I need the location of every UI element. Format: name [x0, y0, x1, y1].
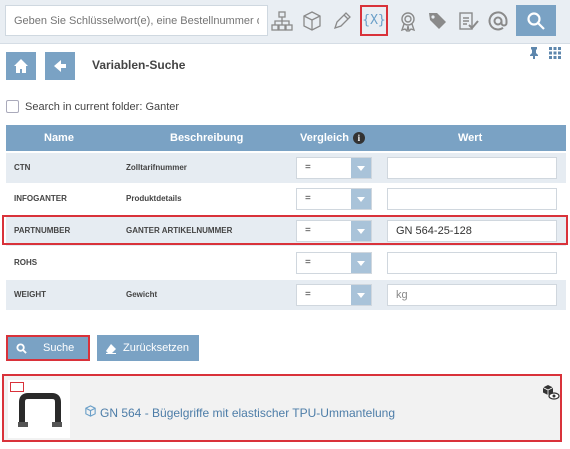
current-folder-label: Search in current folder: Ganter: [25, 101, 180, 113]
table-row: CTN Zolltarifnummer =: [6, 153, 566, 183]
compare-value: =: [305, 257, 311, 268]
back-button[interactable]: [45, 52, 75, 80]
clipboard-check-icon[interactable]: [454, 5, 482, 36]
compare-select[interactable]: =: [296, 188, 372, 210]
pencil-icon[interactable]: [328, 5, 356, 36]
compare-value: =: [305, 193, 311, 204]
search-icon: [16, 342, 27, 354]
highlight-partnumber-row: [2, 215, 568, 245]
tags-icon[interactable]: [424, 5, 452, 36]
variable-icon-label: {X}: [362, 13, 386, 28]
brand-logo: [10, 382, 24, 392]
product-thumbnail[interactable]: [8, 380, 70, 438]
compare-select[interactable]: =: [296, 284, 372, 306]
keyword-search-field[interactable]: [5, 5, 268, 36]
variable-name: ROHS: [14, 258, 38, 267]
table-row: WEIGHT Gewicht = kg: [6, 280, 566, 310]
value-input[interactable]: [387, 188, 557, 210]
reset-button[interactable]: Zurücksetzen: [97, 335, 199, 361]
search-icon: [527, 11, 545, 30]
arrow-left-icon: [54, 60, 66, 72]
table-row: INFOGANTER Produktdetails =: [6, 184, 566, 214]
value-placeholder: kg: [396, 289, 408, 301]
reset-label: Zurücksetzen: [123, 342, 190, 354]
variable-description: Zolltarifnummer: [126, 163, 187, 172]
variable-name: WEIGHT: [14, 290, 46, 299]
eraser-icon: [106, 343, 116, 354]
compare-select[interactable]: =: [296, 157, 372, 179]
search-input[interactable]: [6, 6, 267, 35]
hierarchy-icon[interactable]: [268, 5, 296, 36]
home-icon: [14, 59, 28, 73]
compare-value: =: [305, 289, 311, 300]
compare-value: =: [305, 162, 311, 173]
chevron-down-icon[interactable]: [351, 253, 371, 273]
current-folder-checkbox[interactable]: [6, 100, 19, 113]
value-input[interactable]: kg: [387, 284, 557, 306]
chevron-down-icon[interactable]: [351, 189, 371, 209]
column-header-compare: Vergleich i: [300, 132, 365, 144]
top-search-bar: {X}: [0, 0, 570, 44]
home-button[interactable]: [6, 52, 36, 80]
value-input[interactable]: [387, 157, 557, 179]
handle-image: [18, 393, 62, 427]
table-row: ROHS =: [6, 248, 566, 278]
variable-search-icon[interactable]: {X}: [360, 5, 388, 36]
search-submit-button[interactable]: Suche: [6, 335, 90, 361]
column-header-value: Wert: [458, 132, 483, 144]
variable-description: Gewicht: [126, 290, 158, 299]
cube-icon: [85, 405, 96, 417]
search-submit-label: Suche: [43, 342, 75, 354]
column-header-description: Beschreibung: [170, 132, 244, 144]
variable-name: CTN: [14, 163, 31, 172]
chevron-down-icon[interactable]: [351, 285, 371, 305]
at-icon[interactable]: [484, 5, 512, 36]
search-result-item[interactable]: GN 564 - Bügelgriffe mit elastischer TPU…: [2, 374, 562, 442]
column-header-name: Name: [44, 132, 74, 144]
info-icon[interactable]: i: [352, 132, 365, 144]
variable-name: INFOGANTER: [14, 194, 67, 203]
value-input[interactable]: [387, 252, 557, 274]
variable-description: Produktdetails: [126, 194, 182, 203]
result-title-link[interactable]: GN 564 - Bügelgriffe mit elastischer TPU…: [100, 406, 395, 420]
pin-icon[interactable]: [529, 47, 539, 62]
cube-icon[interactable]: [298, 5, 326, 36]
badge-icon[interactable]: [394, 5, 422, 36]
variables-table-header: Name Beschreibung Vergleich i Wert: [6, 125, 566, 151]
search-button[interactable]: [516, 5, 556, 36]
compare-select[interactable]: =: [296, 252, 372, 274]
chevron-down-icon[interactable]: [351, 158, 371, 178]
cube-view-icon[interactable]: [542, 384, 560, 400]
grid-icon[interactable]: [549, 47, 561, 62]
page-title: Variablen-Suche: [92, 58, 186, 72]
column-header-compare-label: Vergleich: [300, 132, 349, 144]
